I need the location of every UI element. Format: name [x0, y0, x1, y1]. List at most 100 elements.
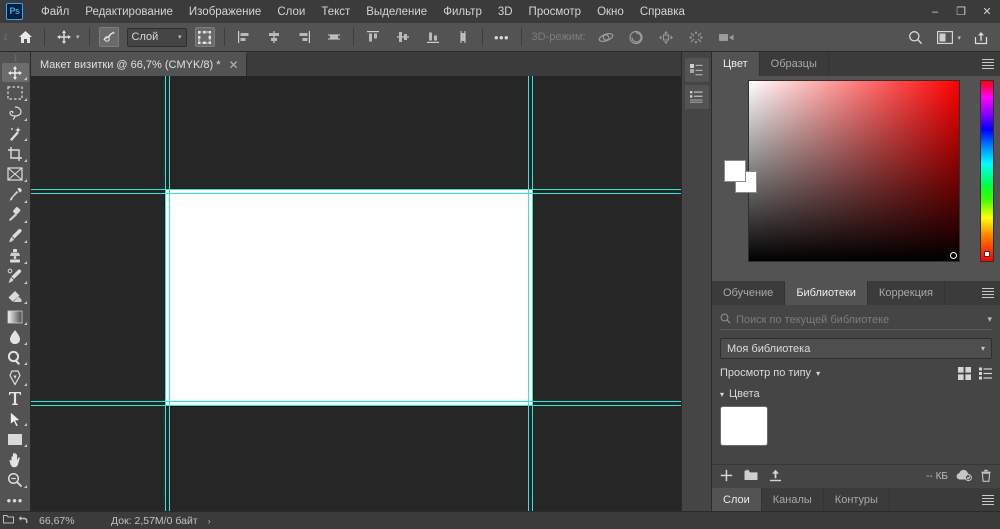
rectangle-tool[interactable]: [2, 429, 29, 448]
library-view-filter[interactable]: Просмотр по типу ▾: [720, 367, 820, 379]
search-button[interactable]: [900, 23, 930, 52]
hue-slider[interactable]: [980, 80, 994, 262]
tab-channels[interactable]: Каналы: [762, 488, 824, 511]
menu-filter[interactable]: Фильтр: [435, 3, 490, 21]
magic-wand-tool[interactable]: [2, 124, 29, 143]
close-icon[interactable]: ✕: [229, 59, 239, 71]
auto-select-toggle[interactable]: [94, 23, 124, 52]
zoom-level[interactable]: 66,67%: [31, 515, 99, 527]
library-color-swatch[interactable]: [720, 406, 768, 446]
hand-tool[interactable]: [2, 450, 29, 469]
crop-tool[interactable]: [2, 144, 29, 163]
align-horizontal-centers-button[interactable]: [259, 23, 289, 52]
history-brush-tool[interactable]: [2, 267, 29, 286]
tab-learn[interactable]: Обучение: [712, 281, 786, 305]
arrange-documents-button[interactable]: ▾: [930, 23, 966, 52]
menu-3d[interactable]: 3D: [490, 3, 521, 21]
layers-panel-menu-button[interactable]: [982, 488, 994, 512]
menu-edit[interactable]: Редактирование: [77, 3, 181, 21]
add-element-icon[interactable]: [720, 469, 733, 485]
align-right-edges-button[interactable]: [289, 23, 319, 52]
menu-file[interactable]: Файл: [33, 3, 77, 21]
slide-3d-button[interactable]: [681, 23, 711, 52]
status-expand-arrow-icon[interactable]: ›: [208, 516, 211, 526]
share-button[interactable]: [966, 23, 996, 52]
close-button[interactable]: ✕: [974, 0, 1000, 23]
color-field[interactable]: [748, 80, 960, 262]
minimize-button[interactable]: –: [922, 0, 948, 23]
type-tool[interactable]: [2, 389, 29, 408]
menu-text[interactable]: Текст: [313, 3, 358, 21]
document-tab[interactable]: Макет визитки @ 66,7% (CMYK/8) * ✕: [31, 52, 247, 76]
library-search-row: ▾: [720, 310, 992, 330]
align-top-edges-button[interactable]: [358, 23, 388, 52]
artboard[interactable]: [165, 189, 533, 406]
tab-adjustments[interactable]: Коррекция: [868, 281, 946, 305]
lasso-tool[interactable]: [2, 104, 29, 123]
library-search-input[interactable]: [736, 313, 983, 326]
actions-panel-icon[interactable]: [684, 85, 709, 109]
menu-layers[interactable]: Слои: [269, 3, 313, 21]
align-vertical-centers-button[interactable]: [388, 23, 418, 52]
move-tool[interactable]: [1, 63, 29, 83]
options-bar-grip[interactable]: ⦙⦙: [0, 23, 10, 52]
menu-view[interactable]: Просмотр: [521, 3, 590, 21]
auto-select-dropdown[interactable]: Слой ▾: [126, 27, 187, 47]
canvas[interactable]: [31, 76, 681, 511]
current-tool-button[interactable]: ▾: [49, 23, 85, 52]
new-library-folder-icon[interactable]: [744, 469, 758, 484]
chevron-down-icon[interactable]: ▾: [987, 314, 992, 325]
eraser-tool[interactable]: [2, 287, 29, 306]
color-panel-menu-button[interactable]: [982, 52, 994, 76]
edit-toolbar-button[interactable]: •••: [2, 491, 29, 510]
toolbar-grip[interactable]: ⦙⦙: [14, 54, 16, 63]
undo-icon[interactable]: [18, 515, 28, 527]
align-bottom-edges-button[interactable]: [418, 23, 448, 52]
grid-view-icon[interactable]: [957, 366, 971, 380]
pan-3d-button[interactable]: [651, 23, 681, 52]
tab-layers[interactable]: Слои: [712, 488, 762, 511]
upload-icon[interactable]: [769, 469, 782, 485]
more-options-button[interactable]: •••: [487, 23, 517, 52]
orbit-3d-button[interactable]: [591, 23, 621, 52]
menu-window[interactable]: Окно: [589, 3, 632, 21]
maximize-button[interactable]: ❐: [948, 0, 974, 23]
rectangular-marquee-tool[interactable]: [2, 83, 29, 102]
foreground-color-swatch[interactable]: [724, 160, 746, 182]
distribute-horizontal-button[interactable]: [319, 23, 349, 52]
menu-image[interactable]: Изображение: [181, 3, 269, 21]
roll-3d-button[interactable]: [621, 23, 651, 52]
path-selection-tool[interactable]: [2, 409, 29, 428]
tab-paths[interactable]: Контуры: [824, 488, 890, 511]
camera-3d-button[interactable]: [711, 23, 741, 52]
pen-tool[interactable]: [2, 368, 29, 387]
menu-help[interactable]: Справка: [632, 3, 693, 21]
align-horizontal-centers-icon: [264, 27, 284, 47]
zoom-tool[interactable]: [2, 470, 29, 489]
tab-swatches[interactable]: Образцы: [760, 52, 829, 76]
library-group-header[interactable]: ▾ Цвета: [720, 388, 992, 400]
library-select-dropdown[interactable]: Моя библиотека ▾: [720, 338, 992, 359]
menu-select[interactable]: Выделение: [358, 3, 435, 21]
history-panel-icon[interactable]: [684, 58, 709, 82]
clone-stamp-tool[interactable]: [2, 246, 29, 265]
color-field-marker[interactable]: [950, 252, 957, 259]
dodge-tool[interactable]: [2, 348, 29, 367]
eyedropper-tool[interactable]: [2, 185, 29, 204]
libraries-panel-menu-button[interactable]: [982, 281, 994, 305]
healing-brush-tool[interactable]: [2, 206, 29, 225]
blur-tool[interactable]: [2, 328, 29, 347]
gradient-tool[interactable]: [2, 307, 29, 326]
show-transform-controls-button[interactable]: [190, 23, 220, 52]
trash-icon[interactable]: [980, 469, 992, 485]
brush-tool[interactable]: [2, 226, 29, 245]
list-view-icon[interactable]: [978, 366, 992, 380]
home-button[interactable]: [10, 23, 40, 52]
frame-tool[interactable]: [2, 165, 29, 184]
distribute-vertical-button[interactable]: [448, 23, 478, 52]
hue-slider-marker[interactable]: [984, 251, 990, 257]
cloud-sync-icon[interactable]: [956, 469, 972, 484]
align-left-edges-button[interactable]: [229, 23, 259, 52]
tab-libraries[interactable]: Библиотеки: [785, 281, 868, 305]
tab-color[interactable]: Цвет: [712, 52, 760, 76]
